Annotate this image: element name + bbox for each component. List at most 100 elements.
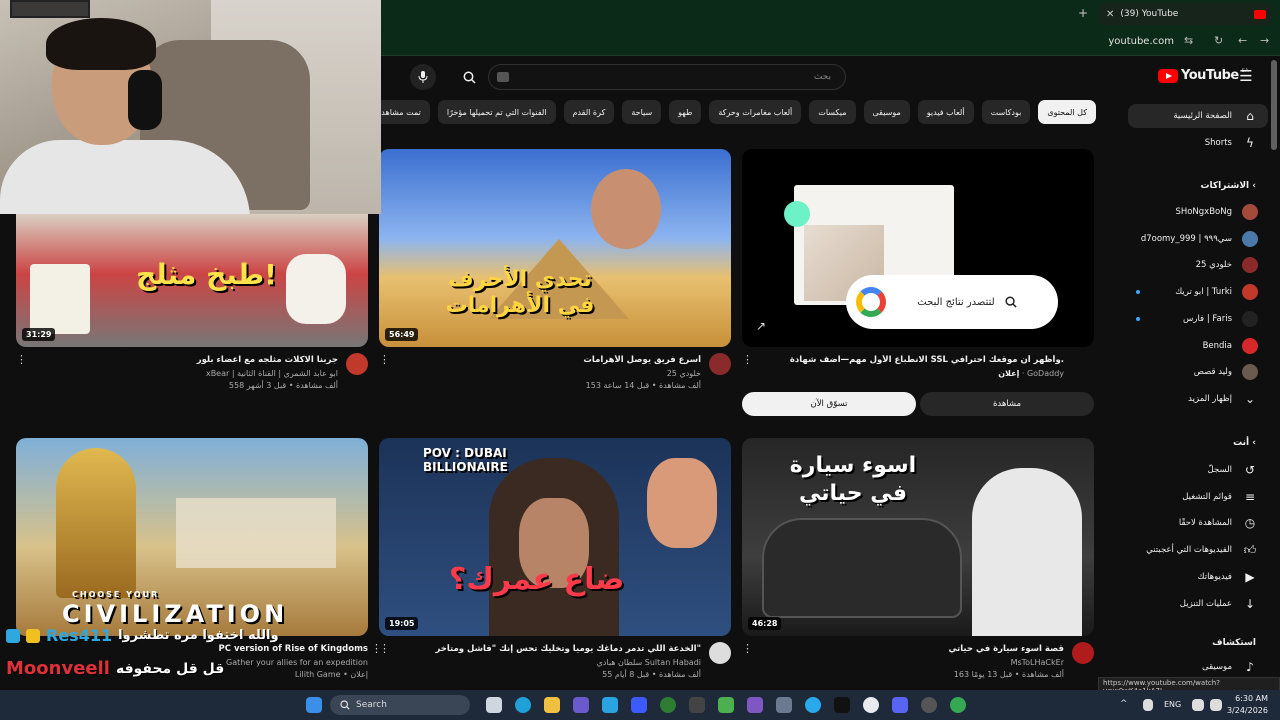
sidebar-subscription[interactable]: Bendia: [1128, 334, 1268, 358]
subscriptions-header[interactable]: الاشتراكات ‹: [1200, 181, 1256, 191]
video-title[interactable]: جربنا الاكلات مثلجه مع اعضاء بلور: [16, 355, 368, 365]
app-icon[interactable]: [631, 697, 647, 713]
sidebar-subscription[interactable]: ابو تريك | Turki: [1128, 280, 1268, 304]
video-thumbnail[interactable]: طبخ مثلج! 31:29: [16, 214, 368, 347]
more-options-icon[interactable]: ⋮: [379, 353, 390, 366]
microphone-icon[interactable]: [1143, 699, 1153, 711]
task-view-icon[interactable]: [486, 697, 502, 713]
sidebar-item[interactable]: عمليات التنزيل ↓: [1128, 592, 1268, 616]
chip-filter[interactable]: ألعاب فيديو: [917, 100, 974, 124]
reload-icon[interactable]: ↻: [1214, 34, 1223, 47]
sidebar-item[interactable]: فيديوهاتك ▶: [1128, 565, 1268, 589]
telegram-icon[interactable]: [805, 697, 821, 713]
video-card[interactable]: تحدي الأحرف في الأهرامات 56:49 ⋮ أسرع فر…: [379, 149, 731, 407]
windows-start-icon[interactable]: [306, 697, 322, 713]
obs-icon[interactable]: [921, 697, 937, 713]
sidebar-item[interactable]: موسيقى ♪: [1128, 655, 1268, 679]
sidebar-subscription[interactable]: وليد قصص: [1128, 360, 1268, 384]
show-more-button[interactable]: إظهار المزيد ⌄: [1128, 387, 1268, 411]
voice-search-button[interactable]: [410, 64, 436, 90]
new-tab-button[interactable]: +: [1078, 6, 1088, 20]
chip-filter[interactable]: طهو: [669, 100, 702, 124]
channel-name[interactable]: MsToLHaCkEr: [742, 658, 1094, 667]
minecraft-icon[interactable]: [718, 697, 734, 713]
chip-filter[interactable]: موسيقى: [863, 100, 910, 124]
video-title[interactable]: الخدعة اللي تدمر دماغك يومياً وتخليك تحس…: [379, 644, 731, 654]
sidebar-item[interactable]: الفيديوهات التي أعجبتني 👍︎: [1128, 538, 1268, 562]
external-link-icon[interactable]: ↗: [756, 319, 766, 333]
sidebar-item[interactable]: المشاهدة لاحقًا ◷: [1128, 511, 1268, 535]
twitch-icon[interactable]: [747, 697, 763, 713]
more-options-icon[interactable]: ⋮: [742, 642, 753, 655]
video-title[interactable]: أسرع فريق يوصل الأهرامات: [379, 355, 731, 365]
page-scrollbar[interactable]: [1271, 60, 1277, 150]
app-icon[interactable]: [573, 697, 589, 713]
sidebar-item[interactable]: قوائم التشغيل ≡: [1128, 485, 1268, 509]
chip-filter[interactable]: كل المحتوى: [1038, 100, 1096, 124]
youtube-logo[interactable]: YouTube SA: [1158, 68, 1248, 83]
more-options-icon[interactable]: ⋮: [379, 642, 390, 655]
file-explorer-icon[interactable]: [544, 697, 560, 713]
channel-name[interactable]: خلودي 25: [379, 369, 731, 378]
video-title[interactable]: قصة اسوء سيارة في حياتي: [742, 644, 1094, 654]
edge-icon[interactable]: [515, 697, 531, 713]
ad-sponsor[interactable]: GoDaddy: [1027, 369, 1064, 378]
video-thumbnail[interactable]: تحدي الأحرف في الأهرامات 56:49: [379, 149, 731, 347]
tray-chevron-icon[interactable]: ^: [1120, 699, 1132, 711]
sidebar-subscription[interactable]: خلودي 25: [1128, 253, 1268, 277]
video-thumbnail[interactable]: POV : DUBAI BILLIONAIRE ضاع عمرك؟ 19:05: [379, 438, 731, 636]
close-tab-icon[interactable]: ✕: [1106, 9, 1114, 20]
sidebar-item-home[interactable]: الصفحة الرئيسية ⌂: [1128, 104, 1268, 128]
menu-icon[interactable]: ☰: [1236, 66, 1256, 86]
sidebar-subscription[interactable]: فارس | Faris: [1128, 307, 1268, 331]
chrome-icon[interactable]: [950, 697, 966, 713]
chip-filter[interactable]: كرة القدم: [563, 100, 615, 124]
url-text[interactable]: youtube.com: [1108, 36, 1174, 47]
chip-filter[interactable]: سياحة: [622, 100, 662, 124]
ad-watch-button[interactable]: مشاهدة: [920, 392, 1094, 416]
video-card[interactable]: اسوء سيارة في حياتي 46:28 ⋮ قصة اسوء سيا…: [742, 438, 1094, 696]
ad-thumbnail[interactable]: لتتصدر نتائج البحث ↗: [742, 149, 1094, 347]
ad-title[interactable]: الانطباع الأول مهم—اضف شهادة SSL وأظهر أ…: [742, 355, 1094, 365]
site-settings-icon[interactable]: ⇆: [1184, 34, 1193, 47]
volume-icon[interactable]: [1210, 699, 1222, 711]
app-icon[interactable]: [660, 697, 676, 713]
sidebar-item[interactable]: السجلّ ↺: [1128, 458, 1268, 482]
channel-avatar[interactable]: [709, 642, 731, 664]
video-thumbnail[interactable]: CHOOSE YOUR CIVILIZATION: [16, 438, 368, 636]
search-input[interactable]: بحث: [488, 64, 846, 90]
chip-filter[interactable]: الفنوات التي تم تحميلها مؤخرًا: [437, 100, 556, 124]
steam-icon[interactable]: [689, 697, 705, 713]
sidebar-subscription[interactable]: SHoNgxBoNg: [1128, 200, 1268, 224]
sidebar-subscription[interactable]: d7oomy_999 | سي٩٩٩: [1128, 227, 1268, 251]
language-indicator[interactable]: ENG: [1164, 700, 1181, 709]
you-header[interactable]: أنت ‹: [1233, 438, 1256, 448]
more-options-icon[interactable]: ⋮: [16, 353, 27, 366]
sidebar-item-shorts[interactable]: Shorts ϟ: [1128, 131, 1268, 155]
forward-icon[interactable]: ←: [1238, 34, 1247, 47]
browser-tab[interactable]: ✕ (39) YouTube: [1100, 3, 1272, 25]
video-card[interactable]: طبخ مثلج! 31:29 ⋮ جربنا الاكلات مثلجه مع…: [16, 214, 368, 407]
back-icon[interactable]: →: [1260, 34, 1269, 47]
chip-filter[interactable]: تمت مشاهدتها: [380, 100, 430, 124]
channel-name[interactable]: xBear | ابو عابد الشمري | القناة الثانية: [16, 369, 368, 378]
taskbar-search[interactable]: Search: [330, 695, 470, 715]
app-icon[interactable]: [602, 697, 618, 713]
search-button[interactable]: [456, 64, 482, 90]
chrome-icon[interactable]: [863, 697, 879, 713]
chip-filter[interactable]: ميكسات: [809, 100, 856, 124]
video-card[interactable]: POV : DUBAI BILLIONAIRE ضاع عمرك؟ 19:05 …: [379, 438, 731, 696]
app-icon[interactable]: [776, 697, 792, 713]
tiktok-icon[interactable]: [834, 697, 850, 713]
video-thumbnail[interactable]: اسوء سيارة في حياتي 46:28: [742, 438, 1094, 636]
chip-filter[interactable]: بودكاست: [981, 100, 1031, 124]
channel-name[interactable]: سلطان هبادي Sultan Habadi: [379, 658, 731, 667]
chip-filter[interactable]: ألعاب مغامرات وحركة: [709, 100, 802, 124]
keyboard-icon[interactable]: [497, 72, 509, 82]
channel-avatar[interactable]: [1072, 642, 1094, 664]
ad-shop-button[interactable]: تسوّق الآن: [742, 392, 916, 416]
clock[interactable]: 6:30 AM 3/24/2026: [1227, 693, 1268, 717]
channel-avatar[interactable]: [709, 353, 731, 375]
channel-avatar[interactable]: [346, 353, 368, 375]
discord-icon[interactable]: [892, 697, 908, 713]
